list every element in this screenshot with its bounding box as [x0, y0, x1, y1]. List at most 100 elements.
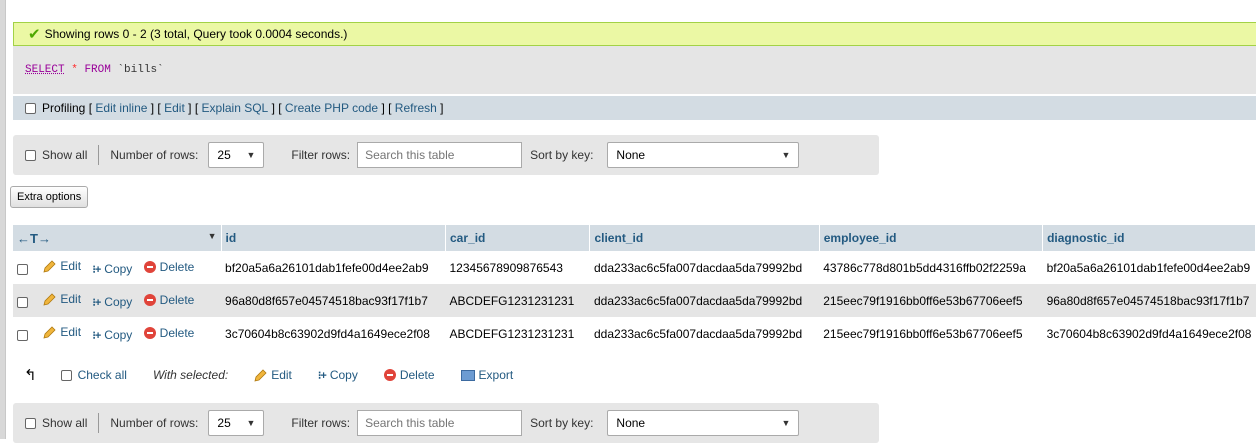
table-cell-id[interactable]: 96a80d8f657e04574518bac93f17f1b7	[221, 284, 446, 317]
show-all-label: Show all	[42, 148, 88, 162]
profiling-checkbox[interactable]	[25, 102, 36, 114]
explain-sql-link[interactable]: Explain SQL	[202, 101, 269, 115]
check-all-checkbox[interactable]	[60, 369, 72, 381]
row-checkbox[interactable]	[17, 296, 28, 308]
bulk-edit-button[interactable]: Edit	[254, 368, 292, 382]
sort-triangle-icon[interactable]: ▼	[208, 231, 217, 241]
success-message: ✔ Showing rows 0 - 2 (3 total, Query too…	[13, 22, 1256, 46]
sort-by-key-select[interactable]: None ▼	[607, 142, 800, 168]
table-cell-client-id[interactable]: dda233ac6c5fa007dacdaa5da79992bd	[589, 317, 820, 350]
filter-rows-input[interactable]: Search this table	[357, 142, 523, 168]
rows-per-page-select[interactable]: 25 ▼	[208, 410, 265, 436]
bulk-delete-button[interactable]: Delete	[383, 368, 435, 382]
table-cell-client-id[interactable]: dda233ac6c5fa007dacdaa5da79992bd	[589, 251, 820, 284]
row-actions: Edit ⁝+ Copy Delete	[13, 284, 222, 317]
edit-link[interactable]: Edit	[164, 101, 185, 115]
table-cell-employee-id[interactable]: 43786c778d801b5dd4316ffb02f2259a	[819, 251, 1043, 284]
filter-rows-label: Filter rows:	[291, 148, 351, 162]
row-checkbox[interactable]	[17, 263, 28, 275]
row-edit-button[interactable]: Edit	[43, 259, 81, 273]
table-cell-client-id[interactable]: dda233ac6c5fa007dacdaa5da79992bd	[589, 284, 820, 317]
check-all-label[interactable]: Check all	[78, 368, 127, 382]
rows-per-page-value: 25	[217, 148, 231, 162]
bulk-copy-button[interactable]: ⁝+ Copy	[318, 368, 358, 382]
sql-from-keyword: FROM	[84, 64, 111, 76]
divider	[98, 145, 100, 165]
success-text: Showing rows 0 - 2 (3 total, Query took …	[44, 27, 348, 41]
rows-per-page-value: 25	[217, 416, 231, 430]
table-cell-diagnostic-id[interactable]: bf20a5a6a26101dab1fefe00d4ee2ab9	[1042, 251, 1256, 284]
edit-inline-link[interactable]: Edit inline	[95, 101, 147, 115]
column-header-employee-id[interactable]: employee_id	[819, 225, 1044, 251]
profiling-bar: Profiling [ Edit inline ] [ Edit ] [ Exp…	[13, 96, 1256, 120]
row-edit-button[interactable]: Edit	[43, 325, 81, 339]
row-edit-button[interactable]: Edit	[43, 292, 81, 306]
row-copy-button[interactable]: ⁝+ Copy	[92, 295, 132, 309]
sql-select-keyword[interactable]: SELECT	[25, 64, 65, 76]
row-copy-label: Copy	[104, 328, 133, 342]
with-selected-label: With selected:	[152, 368, 229, 382]
pencil-icon	[43, 259, 56, 273]
row-actions: Edit ⁝+ Copy Delete	[13, 251, 222, 284]
filter-rows-placeholder: Search this table	[365, 416, 455, 430]
row-copy-label: Copy	[104, 295, 133, 309]
row-delete-button[interactable]: Delete	[143, 259, 195, 274]
row-edit-label: Edit	[60, 259, 82, 273]
column-header-id[interactable]: id	[221, 225, 447, 251]
table-cell-diagnostic-id[interactable]: 3c70604b8c63902d9fd4a1649ece2f08	[1042, 317, 1256, 350]
table-row: Edit ⁝+ Copy Delete 96a80d8f657e04574518…	[13, 284, 1256, 317]
table-cell-employee-id[interactable]: 215eec79f1916bb0ff6e53b67706eef5	[819, 284, 1043, 317]
delete-icon	[143, 293, 156, 306]
column-controls-header: ←T→ ▼	[13, 225, 222, 251]
row-delete-button[interactable]: Delete	[143, 326, 194, 340]
bulk-export-button[interactable]: Export	[460, 368, 513, 382]
sort-by-key-value: None	[616, 148, 646, 162]
table-cell-id[interactable]: 3c70604b8c63902d9fd4a1649ece2f08	[221, 317, 446, 350]
filter-rows-placeholder: Search this table	[365, 148, 455, 162]
profiling-label: Profiling	[42, 101, 86, 115]
delete-icon	[383, 369, 396, 381]
chevron-down-icon: ▼	[781, 418, 791, 428]
column-header-diagnostic-id[interactable]: diagnostic_id	[1042, 225, 1256, 251]
refresh-link[interactable]: Refresh	[395, 101, 437, 115]
row-checkbox[interactable]	[17, 329, 28, 341]
row-delete-button[interactable]: Delete	[143, 292, 195, 307]
row-copy-button[interactable]: ⁝+ Copy	[92, 262, 132, 276]
row-copy-button[interactable]: ⁝+ Copy	[92, 328, 132, 342]
column-arrows[interactable]: ←T→	[17, 231, 51, 246]
table-navigation-bottom: Show all Number of rows: 25 ▼ Filter row…	[13, 403, 879, 443]
column-header-client-id[interactable]: client_id	[589, 225, 820, 251]
rows-label: Number of rows:	[110, 416, 199, 430]
rows-per-page-select[interactable]: 25 ▼	[208, 142, 265, 168]
bulk-copy-label: Copy	[329, 368, 358, 382]
pencil-icon	[254, 368, 267, 382]
create-php-code-link[interactable]: Create PHP code	[285, 101, 378, 115]
chevron-down-icon: ▼	[246, 150, 256, 160]
table-cell-id[interactable]: bf20a5a6a26101dab1fefe00d4ee2ab9	[221, 251, 446, 284]
table-cell-employee-id[interactable]: 215eec79f1916bb0ff6e53b67706eef5	[819, 317, 1043, 350]
column-header-car-id[interactable]: car_id	[445, 225, 591, 251]
row-delete-label: Delete	[159, 259, 195, 274]
arrow-up-left-icon: ↰	[24, 367, 37, 384]
chevron-down-icon: ▼	[781, 150, 791, 160]
row-delete-label: Delete	[159, 292, 195, 307]
extra-options-button[interactable]: Extra options	[10, 186, 89, 208]
row-copy-label: Copy	[104, 262, 133, 276]
row-edit-label: Edit	[60, 325, 82, 339]
show-all-checkbox[interactable]	[25, 149, 36, 161]
table-cell-car-id[interactable]: ABCDEFG1231231231	[445, 317, 590, 350]
sort-by-key-label: Sort by key:	[530, 148, 594, 162]
sql-star: *	[71, 64, 78, 76]
table-cell-diagnostic-id[interactable]: 96a80d8f657e04574518bac93f17f1b7	[1042, 284, 1256, 317]
table-cell-car-id[interactable]: ABCDEFG1231231231	[445, 284, 590, 317]
chevron-down-icon: ▼	[246, 418, 256, 428]
divider	[98, 413, 100, 433]
table-cell-car-id[interactable]: 12345678909876543	[445, 251, 590, 284]
show-all-checkbox[interactable]	[25, 417, 36, 429]
sort-by-key-select[interactable]: None ▼	[607, 410, 800, 436]
copy-icon: ⁝+	[317, 369, 327, 382]
filter-rows-input[interactable]: Search this table	[357, 410, 523, 436]
copy-icon: ⁝+	[92, 329, 101, 342]
copy-icon: ⁝+	[92, 296, 101, 309]
table-row: Edit ⁝+ Copy Delete bf20a5a6a26101dab1fe…	[13, 251, 1256, 284]
